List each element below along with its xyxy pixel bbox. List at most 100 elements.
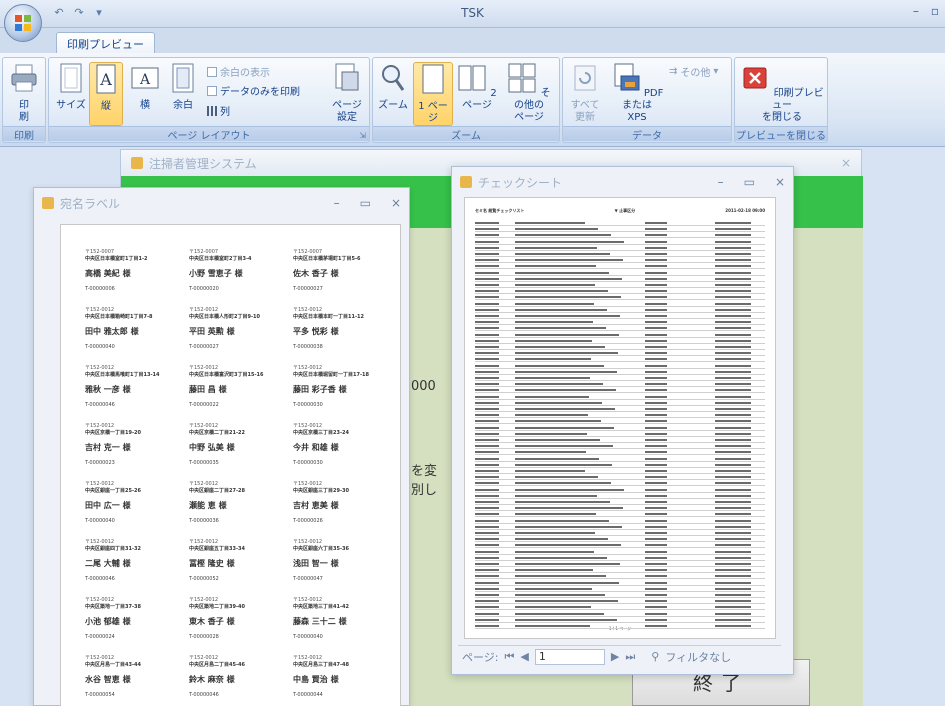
- sheet-cell-mark: [475, 494, 499, 497]
- sheet-cell-mark: [515, 556, 607, 559]
- main-close-icon[interactable]: ×: [841, 156, 851, 170]
- label-name: 雅秋 一彦 様: [85, 385, 131, 394]
- one-page-button[interactable]: 1 ページ: [413, 62, 453, 126]
- sheet-cell-mark: [475, 606, 499, 609]
- size-button[interactable]: サイズ: [53, 62, 89, 112]
- sheet-cell-mark: [515, 383, 603, 386]
- sheet-cell-mark: [715, 550, 751, 553]
- margins-label: 余白: [173, 100, 193, 111]
- prev-page-icon[interactable]: ◀: [520, 650, 528, 663]
- sheet-cell-mark: [645, 346, 667, 348]
- label-name: 高橋 美紀 様: [85, 269, 131, 278]
- close-icon[interactable]: ×: [775, 175, 785, 189]
- sheet-cell-mark: [515, 377, 590, 379]
- refresh-all-button[interactable]: すべて 更新: [565, 62, 605, 124]
- sheet-cell-mark: [515, 451, 586, 454]
- sheet-cell-mark: [715, 414, 751, 417]
- checkbox-show-margins[interactable]: [207, 66, 217, 77]
- label-name: 小池 郁雄 様: [85, 617, 131, 626]
- tab-print-preview[interactable]: 印刷プレビュー: [56, 32, 155, 54]
- minimize-icon[interactable]: –: [334, 196, 340, 210]
- sheet-cell-mark: [715, 544, 751, 547]
- sheet-cell-mark: [715, 513, 751, 516]
- sheet-cell-mark: [715, 259, 751, 262]
- label-code: T-00000030: [293, 402, 323, 408]
- print-data-only-label: データのみを印刷: [220, 87, 300, 98]
- sheet-cell-mark: [475, 501, 499, 503]
- close-preview-button[interactable]: 印刷プレビュー を閉じる: [739, 62, 825, 124]
- label-code: T-00000026: [293, 518, 323, 524]
- sheet-cell-mark: [645, 445, 667, 448]
- last-page-icon[interactable]: ⏭: [625, 650, 635, 664]
- office-button[interactable]: [4, 4, 42, 42]
- sheet-row: [475, 604, 765, 611]
- pdf-xps-button[interactable]: PDF または XPS: [607, 62, 667, 124]
- sheet-cell-mark: [515, 271, 609, 274]
- page-setup-label: ページ 設定: [332, 100, 362, 123]
- sheet-row: [475, 232, 765, 239]
- sheet-cell-mark: [515, 308, 607, 311]
- sheet-cell-mark: [645, 525, 667, 528]
- label-zip: 〒152-0012: [189, 655, 219, 661]
- sheet-header: セミ名 総覧チェックリスト ▼ 止事区分 2011-02-18 09:00: [475, 208, 765, 214]
- next-page-icon[interactable]: ▶: [611, 650, 619, 663]
- columns-icon: [207, 105, 217, 116]
- sheet-cell-mark: [515, 612, 604, 615]
- label-name: 吉村 恵美 様: [293, 501, 339, 510]
- sheet-cell-mark: [475, 327, 499, 330]
- two-pages-button[interactable]: 2 ページ: [455, 62, 499, 112]
- portrait-button[interactable]: A 縦: [89, 62, 123, 126]
- print-button[interactable]: 印 刷: [7, 62, 41, 124]
- sheet-cell-mark: [515, 525, 622, 528]
- sheet-cell-mark: [715, 451, 751, 454]
- sheet-row: [475, 555, 765, 561]
- show-margins-check[interactable]: 余白の表示: [207, 64, 270, 79]
- print-data-only-check[interactable]: データのみを印刷: [207, 83, 300, 98]
- sheet-cell-mark: [475, 308, 499, 311]
- group-label-data: データ: [563, 126, 731, 142]
- sheet-cell-mark: [645, 234, 667, 237]
- sheet-cell-mark: [715, 569, 751, 572]
- sheet-cell-mark: [515, 426, 614, 429]
- printer-icon: [11, 64, 37, 92]
- first-page-icon[interactable]: ⏮: [505, 650, 515, 664]
- margins-button[interactable]: 余白: [165, 62, 201, 112]
- minimize-icon[interactable]: –: [718, 175, 724, 189]
- sheet-row: [475, 356, 765, 363]
- sheet-cell-mark: [475, 315, 499, 317]
- sheet-row: [475, 468, 765, 474]
- dialog-launcher-icon[interactable]: ⇲: [359, 131, 366, 140]
- maximize-icon[interactable]: ▭: [744, 175, 755, 189]
- ribbon: 印 刷 印刷 サイズ A 縦 A 横 余白 余白の表示 データのみを印刷 列 ペ…: [0, 53, 945, 147]
- label-code: T-00000027: [189, 344, 219, 350]
- sheet-cell-mark: [475, 563, 499, 565]
- sheet-cell-mark: [645, 556, 667, 559]
- zoom-button[interactable]: ズーム: [375, 62, 411, 112]
- landscape-button[interactable]: A 横: [127, 62, 163, 112]
- sheet-cell-mark: [515, 594, 605, 596]
- sheet-cell-mark: [645, 494, 667, 497]
- main-window-title: 注掃者管理システム: [149, 156, 257, 171]
- sheet-row: [475, 313, 765, 319]
- other-label: その他: [680, 68, 711, 79]
- page-setup-button[interactable]: ページ 設定: [329, 62, 365, 124]
- close-icon[interactable]: ×: [391, 196, 401, 210]
- page-number-input[interactable]: 1: [534, 648, 605, 665]
- portrait-icon: A: [96, 64, 116, 94]
- sheet-cell-mark: [475, 439, 499, 441]
- sheet-cell-mark: [715, 408, 751, 410]
- columns-button[interactable]: 列: [207, 103, 230, 118]
- restore-icon[interactable]: ▫: [931, 4, 939, 18]
- checkbox-print-data-only[interactable]: [207, 85, 217, 96]
- window-controls: – ▫: [913, 4, 939, 18]
- sheet-cell-mark: [475, 544, 499, 547]
- maximize-icon[interactable]: ▭: [360, 196, 371, 210]
- group-data: すべて 更新 PDF または XPS ⇉ その他 ▾ データ: [562, 57, 732, 143]
- other-button[interactable]: ⇉ その他 ▾: [669, 64, 718, 79]
- more-pages-button[interactable]: その他の ページ: [503, 62, 555, 124]
- text-fragment-3: 別し: [411, 483, 438, 498]
- address-label: 〒152-0012 中央区銀座五丁目33-34 冨樫 隆史 様 T-00000052: [189, 539, 289, 583]
- label-zip: 〒152-0012: [293, 365, 323, 371]
- minimize-icon[interactable]: –: [913, 4, 919, 18]
- sheet-cell-mark: [715, 222, 751, 224]
